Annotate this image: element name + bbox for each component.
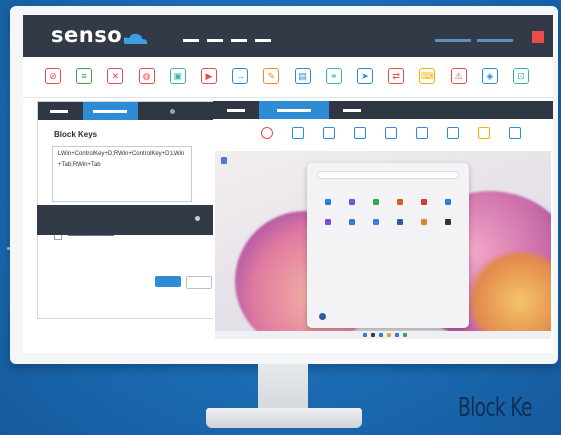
header-status-bar	[477, 39, 513, 42]
start-app-tile[interactable]	[325, 219, 331, 225]
external-link-icon[interactable]	[509, 127, 521, 139]
taskbar	[215, 331, 551, 339]
remote-toolbar	[213, 119, 553, 149]
monitor-screen: senso. ⊘ ≡ ✕ ◍ ▣ ▶ → ✎ ▤ ⚭ ➤ ⇄ ⌨ ⚠ ◈ ⊡ Block Keys	[23, 15, 553, 353]
mute-icon[interactable]: ✕	[107, 68, 124, 84]
start-app-tile[interactable]	[349, 219, 355, 225]
footer-dot	[195, 216, 200, 221]
web-icon[interactable]: ◍	[138, 68, 155, 84]
camera-icon[interactable]	[447, 127, 459, 139]
monitor-icon[interactable]	[385, 127, 397, 139]
list-icon[interactable]	[292, 127, 304, 139]
panel-footer	[37, 205, 213, 235]
warning-icon[interactable]: ⚠	[450, 68, 467, 84]
cancel-button[interactable]	[186, 276, 212, 289]
start-search-input[interactable]	[317, 171, 459, 179]
header-menu-dash[interactable]	[231, 39, 247, 42]
taskbar-app-icon[interactable]	[371, 333, 375, 337]
taskbar-app-icon[interactable]	[395, 333, 399, 337]
monitor: senso. ⊘ ≡ ✕ ◍ ▣ ▶ → ✎ ▤ ⚭ ➤ ⇄ ⌨ ⚠ ◈ ⊡ Block Keys	[10, 6, 558, 364]
video-icon[interactable]: ▶	[201, 68, 217, 84]
document-icon[interactable]: ≡	[76, 68, 93, 84]
scan-icon[interactable]: ⊡	[513, 68, 529, 84]
block-icon[interactable]: ⊘	[45, 68, 61, 84]
header-menu-dash[interactable]	[207, 39, 223, 42]
start-app-tile[interactable]	[397, 199, 403, 205]
tab-active-label	[277, 109, 311, 112]
usb-icon[interactable]: ⇄	[388, 68, 405, 84]
cloud-icon	[123, 33, 148, 44]
tab-active[interactable]	[259, 101, 329, 119]
tab-inactive[interactable]	[343, 109, 361, 112]
start-app-tile[interactable]	[373, 219, 379, 225]
login-icon[interactable]: →	[232, 68, 249, 84]
app-logo: senso.	[51, 23, 131, 47]
block-icon[interactable]	[261, 127, 273, 139]
start-app-tile[interactable]	[397, 219, 403, 225]
start-app-tile[interactable]	[445, 199, 451, 205]
user-avatar[interactable]	[319, 313, 326, 320]
tab-inactive[interactable]	[227, 109, 245, 112]
grid-icon[interactable]	[416, 127, 428, 139]
copy-icon[interactable]	[323, 127, 335, 139]
tab-active[interactable]	[83, 102, 138, 120]
start-app-tile[interactable]	[349, 199, 355, 205]
start-app-tile[interactable]	[445, 219, 451, 225]
taskbar-app-icon[interactable]	[379, 333, 383, 337]
shield-icon[interactable]: ◈	[481, 68, 498, 84]
taskbar-app-icon[interactable]	[363, 333, 367, 337]
app-header: senso.	[23, 15, 553, 57]
monitor-neck	[258, 364, 308, 410]
remote-tabs	[213, 101, 553, 119]
header-menu-dash[interactable]	[183, 39, 199, 42]
panel-title: Block Keys	[54, 130, 98, 139]
feature-caption: Block Ke	[458, 393, 532, 423]
start-app-tile[interactable]	[373, 199, 379, 205]
header-menu-dash[interactable]	[255, 39, 271, 42]
recycle-bin-icon[interactable]	[221, 157, 227, 164]
remote-view-panel	[213, 101, 553, 353]
start-app-tile[interactable]	[325, 199, 331, 205]
taskbar-app-icon[interactable]	[387, 333, 391, 337]
screenshot-icon[interactable]: ▣	[169, 68, 186, 84]
panel-tabs	[38, 102, 214, 120]
group-icon[interactable]: ⚭	[325, 68, 342, 84]
keyboard-icon[interactable]: ⌨	[419, 68, 436, 84]
action-toolbar: ⊘ ≡ ✕ ◍ ▣ ▶ → ✎ ▤ ⚭ ➤ ⇄ ⌨ ⚠ ◈ ⊡	[23, 57, 553, 98]
edit-icon[interactable]: ✎	[263, 68, 280, 84]
monitor-base	[206, 408, 362, 428]
header-status-bar	[435, 39, 471, 42]
start-menu	[307, 163, 469, 328]
close-button[interactable]	[532, 31, 544, 43]
remote-desktop[interactable]	[215, 151, 551, 339]
start-app-tile[interactable]	[421, 199, 427, 205]
file-icon[interactable]: ▤	[294, 68, 311, 84]
taskbar-app-icon[interactable]	[403, 333, 407, 337]
info-icon[interactable]	[354, 127, 366, 139]
block-keys-textarea[interactable]: LWin+ControlKey+D;RWin+ControlKey+D;LWin…	[52, 146, 192, 202]
tab-active-label	[93, 110, 127, 113]
settings-icon[interactable]	[478, 127, 490, 139]
tab-dot	[170, 109, 175, 114]
start-app-tile[interactable]	[421, 219, 427, 225]
apply-button[interactable]	[155, 276, 181, 287]
send-icon[interactable]: ➤	[357, 68, 373, 84]
tab-inactive[interactable]	[50, 110, 68, 113]
